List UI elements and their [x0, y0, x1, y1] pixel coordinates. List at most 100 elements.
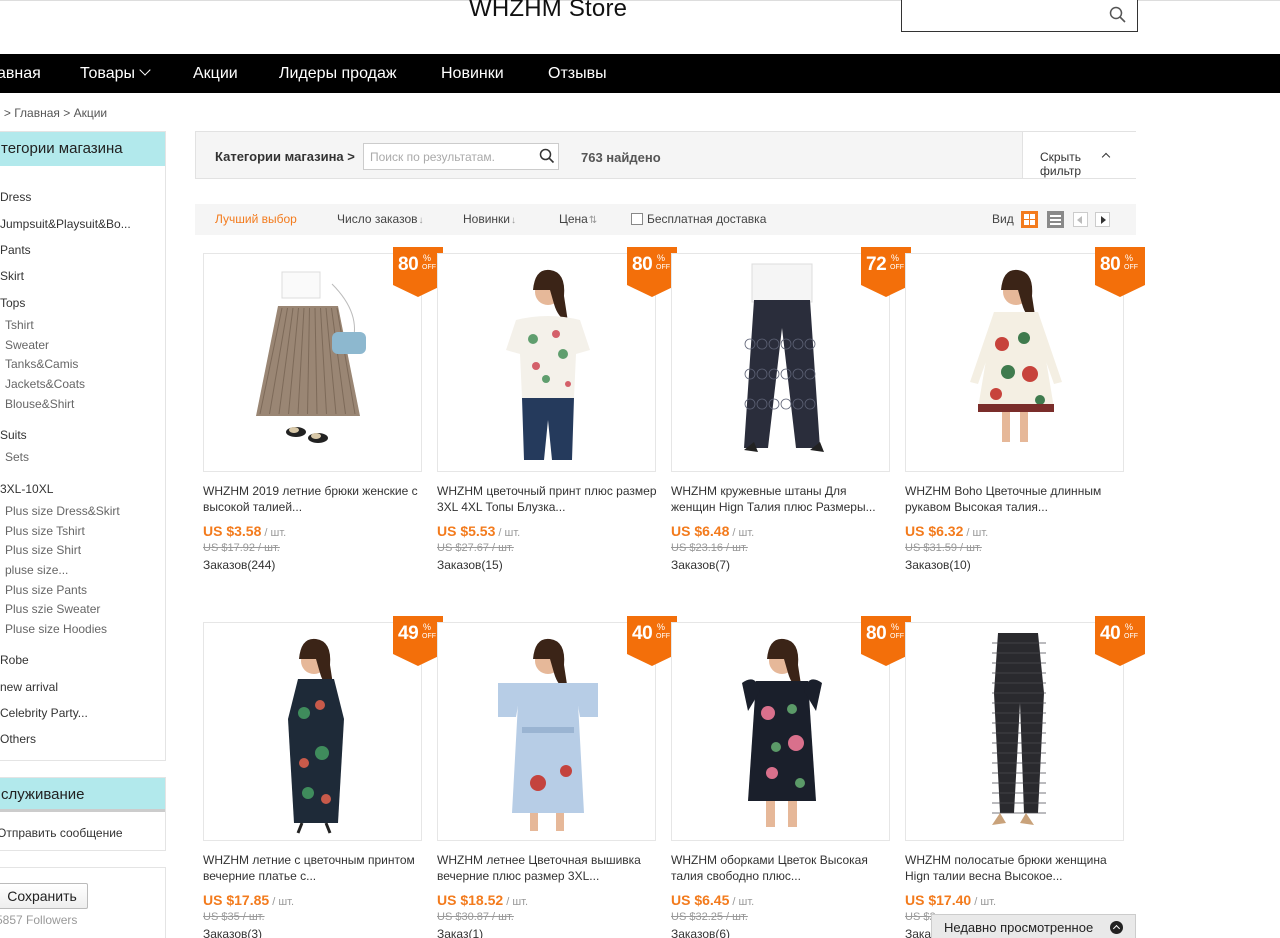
sidebar-category-item[interactable]: Plus size Tshirt	[5, 524, 85, 538]
filter-bar: Категории магазина > 763 найдено Скрыть …	[195, 131, 1136, 179]
search-icon[interactable]	[539, 148, 555, 164]
nav-new-arrivals[interactable]: Новинки	[441, 54, 504, 93]
discount-percent-sign: %	[1125, 253, 1134, 263]
nav-reviews[interactable]: Отзывы	[548, 54, 607, 93]
discount-off-label: OFF	[1124, 264, 1138, 271]
filter-categories-label[interactable]: Категории магазина >	[215, 149, 355, 164]
sidebar-category-item[interactable]: Dress	[0, 190, 31, 204]
product-photo[interactable]	[204, 254, 422, 472]
discount-badge[interactable]: 80 % OFF	[1095, 247, 1145, 297]
sidebar-category-item[interactable]: pluse size...	[5, 563, 68, 577]
sidebar-category-item[interactable]: Plus size Dress&Skirt	[5, 504, 120, 518]
product-image[interactable]	[437, 622, 656, 841]
discount-badge[interactable]: 49 % OFF	[393, 616, 443, 666]
product-photo[interactable]	[672, 254, 890, 472]
sort-newest[interactable]: Новинки↓	[463, 212, 516, 226]
sidebar-category-item[interactable]: Pants	[0, 243, 31, 257]
product-image[interactable]	[905, 253, 1124, 472]
product-card: 72 % OFF WHZHM кружевные штаны Для женщи…	[671, 247, 911, 583]
sort-price[interactable]: Цена⇅	[559, 212, 597, 226]
list-view-icon[interactable]	[1047, 211, 1064, 228]
product-title[interactable]: WHZHM полосатые брюки женщина Hign талии…	[905, 852, 1127, 884]
discount-percent-sign: %	[657, 253, 666, 263]
next-page-icon[interactable]	[1095, 212, 1110, 227]
sidebar-category-item[interactable]: Tanks&Camis	[5, 357, 78, 371]
service-heading: служивание	[0, 778, 165, 812]
product-image[interactable]	[203, 622, 422, 841]
nav-products[interactable]: Товары	[80, 54, 151, 93]
send-message-link[interactable]: Отправить сообщение	[0, 826, 123, 840]
sidebar-category-item[interactable]: Plus size Pants	[5, 583, 87, 597]
product-title[interactable]: WHZHM 2019 летние брюки женские с высоко…	[203, 483, 425, 515]
product-image[interactable]	[203, 253, 422, 472]
discount-badge[interactable]: 40 % OFF	[1095, 616, 1145, 666]
free-shipping-checkbox[interactable]	[631, 213, 643, 225]
store-title[interactable]: WHZHM Store	[469, 0, 627, 23]
product-old-price: US $35 / шт.	[203, 911, 265, 923]
discount-percent: 80	[1100, 254, 1121, 275]
sort-orders[interactable]: Число заказов↓	[337, 212, 424, 226]
product-price-value: US $17.85	[203, 892, 270, 908]
product-image[interactable]	[437, 253, 656, 472]
discount-percent: 80	[866, 623, 887, 644]
sidebar-category-item[interactable]: Blouse&Shirt	[5, 397, 74, 411]
product-photo[interactable]	[438, 623, 656, 841]
hide-filter-button[interactable]: Скрыть фильтр	[1022, 132, 1136, 178]
discount-badge[interactable]: 80 % OFF	[861, 616, 911, 666]
sidebar-category-item[interactable]: Jackets&Coats	[5, 377, 85, 391]
product-photo[interactable]	[906, 254, 1124, 472]
discount-off-label: OFF	[656, 264, 670, 271]
discount-badge[interactable]: 40 % OFF	[627, 616, 677, 666]
nav-promotions[interactable]: Акции	[193, 54, 238, 93]
breadcrumb-main[interactable]: Главная	[14, 106, 60, 120]
product-image[interactable]	[671, 622, 890, 841]
discount-badge[interactable]: 80 % OFF	[627, 247, 677, 297]
product-title[interactable]: WHZHM летнее Цветочная вышивка вечерние …	[437, 852, 659, 884]
product-title[interactable]: WHZHM оборками Цветок Высокая талия своб…	[671, 852, 893, 884]
discount-badge[interactable]: 80 % OFF	[393, 247, 443, 297]
product-title[interactable]: WHZHM Boho Цветочные длинным рукавом Выс…	[905, 483, 1127, 515]
save-store-button[interactable]: Сохранить	[0, 883, 88, 909]
discount-badge[interactable]: 72 % OFF	[861, 247, 911, 297]
product-title[interactable]: WHZHM кружевные штаны Для женщин Hign Та…	[671, 483, 893, 515]
sidebar-category-item[interactable]: Sets	[5, 450, 29, 464]
discount-off-label: OFF	[890, 633, 904, 640]
sidebar-category-item[interactable]: Tshirt	[5, 318, 34, 332]
sidebar-category-item[interactable]: 3XL-10XL	[0, 482, 53, 496]
sort-best-match[interactable]: Лучший выбор	[215, 212, 297, 226]
sidebar-category-item[interactable]: Skirt	[0, 269, 24, 283]
prev-page-icon[interactable]	[1073, 212, 1088, 227]
nav-home[interactable]: авная	[0, 54, 41, 93]
sidebar-category-item[interactable]: new arrival	[0, 680, 58, 694]
service-panel: служивание Отправить сообщение	[0, 777, 166, 851]
sidebar-category-item[interactable]: Tops	[0, 296, 25, 310]
product-image[interactable]	[905, 622, 1124, 841]
sidebar-category-item[interactable]: Suits	[0, 428, 27, 442]
product-title[interactable]: WHZHM цветочный принт плюс размер 3XL 4X…	[437, 483, 659, 515]
product-price: US $6.48 / шт.	[671, 523, 754, 539]
store-header: WHZHM Store	[0, 0, 1280, 54]
store-search-input[interactable]	[901, 0, 1138, 32]
search-icon[interactable]	[1109, 6, 1127, 24]
product-old-price: US $17.92 / шт.	[203, 542, 280, 554]
grid-view-icon[interactable]	[1021, 211, 1038, 228]
product-photo[interactable]	[906, 623, 1124, 841]
product-photo[interactable]	[204, 623, 422, 841]
product-photo[interactable]	[438, 254, 656, 472]
sidebar-category-item[interactable]: Jumpsuit&Playsuit&Bo...	[0, 217, 131, 231]
results-search-input[interactable]	[363, 143, 559, 170]
product-image[interactable]	[671, 253, 890, 472]
sidebar-category-item[interactable]: Celebrity Party...	[0, 706, 88, 720]
sidebar-category-item[interactable]: Others	[0, 732, 36, 746]
sidebar-category-item[interactable]: Plus szie Sweater	[5, 602, 100, 616]
product-title[interactable]: WHZHM летние с цветочным принтом вечерни…	[203, 852, 425, 884]
free-shipping-filter[interactable]: Бесплатная доставка	[631, 212, 766, 226]
sidebar-category-item[interactable]: Sweater	[5, 338, 49, 352]
product-old-price: US $31.59 / шт.	[905, 542, 982, 554]
nav-bestsellers[interactable]: Лидеры продаж	[279, 54, 397, 93]
sidebar-category-item[interactable]: Pluse size Hoodies	[5, 622, 107, 636]
sidebar-category-item[interactable]: Robe	[0, 653, 29, 667]
recently-viewed-bar[interactable]: Недавно просмотренное	[931, 914, 1136, 938]
product-photo[interactable]	[672, 623, 890, 841]
sidebar-category-item[interactable]: Plus size Shirt	[5, 543, 81, 557]
